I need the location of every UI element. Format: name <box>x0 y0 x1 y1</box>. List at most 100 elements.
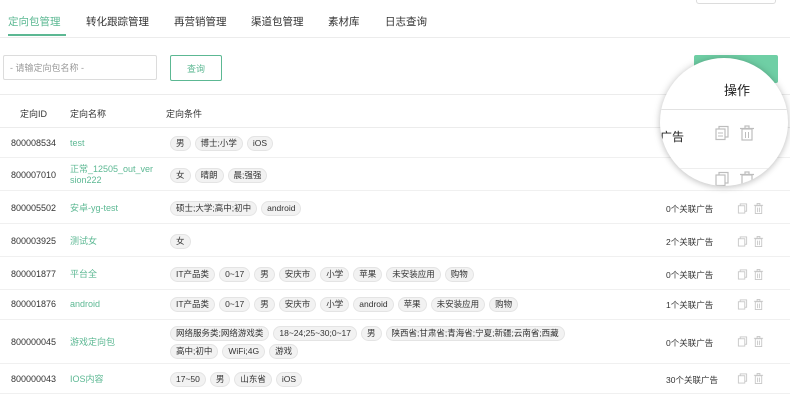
targeting-id: 800008534 <box>11 138 57 148</box>
targeting-id: 800000045 <box>11 337 57 347</box>
condition-tag: 网络服务类;网络游戏类 <box>170 326 270 341</box>
column-header-actions: 操作 <box>724 83 751 98</box>
table-row: 800000045 游戏定向包 网络服务类;网络游戏类 18~24;25~30;… <box>0 320 790 364</box>
magnified-linked-ads-count: 广告 <box>660 130 685 144</box>
copy-icon[interactable] <box>714 171 730 186</box>
condition-tag: 购物 <box>444 267 474 282</box>
linked-ads-count: 30个关联广告 <box>666 375 718 385</box>
condition-tag: IT产品类 <box>170 297 216 312</box>
trash-icon[interactable] <box>739 125 755 141</box>
targeting-conditions: IT产品类 0~17 男 安庆市 小学 苹果 未安装应用 购物 <box>170 267 640 282</box>
condition-tag: 男 <box>170 136 191 151</box>
condition-tag: iOS <box>275 372 303 387</box>
targeting-name-link[interactable]: 测试女 <box>70 236 156 247</box>
magnified-linked-ads-count: 1个 <box>666 174 682 185</box>
condition-tag: 晨;强强 <box>227 168 268 183</box>
condition-tag: 高中;初中 <box>170 344 219 359</box>
linked-ads-count: 2个关联广告 <box>666 237 714 247</box>
table-row: 800003925 测试女 女 2个关联广告 <box>0 224 790 257</box>
table-row: 800001877 平台全 IT产品类 0~17 男 安庆市 小学 苹果 未安装… <box>0 257 790 290</box>
tab-log-query[interactable]: 日志查询 <box>385 14 427 29</box>
targeting-name-link[interactable]: android <box>70 299 156 310</box>
targeting-name-link[interactable]: test <box>70 138 156 149</box>
table-row: 800001876 android IT产品类 0~17 男 安庆市 小学 an… <box>0 290 790 320</box>
targeting-name-link[interactable]: 游戏定向包 <box>70 337 156 348</box>
trash-icon[interactable] <box>753 236 764 247</box>
targeting-name-link[interactable]: 安卓-yg-test <box>70 203 156 214</box>
condition-tag: 小学 <box>320 267 350 282</box>
condition-tag: 陕西省;甘肃省;青海省;宁夏;新疆;云南省;西藏 <box>385 326 565 341</box>
trash-icon[interactable] <box>753 299 764 310</box>
top-right-button[interactable] <box>696 0 776 4</box>
linked-ads-count: 0个关联广告 <box>666 338 714 348</box>
targeting-conditions: 男 博士;小学 iOS <box>170 136 640 151</box>
tab-channel-packages[interactable]: 渠道包管理 <box>251 14 304 29</box>
targeting-conditions: 网络服务类;网络游戏类 18~24;25~30;0~17 男 陕西省;甘肃省;青… <box>170 326 610 359</box>
condition-tag: 苹果 <box>397 297 427 312</box>
copy-icon[interactable] <box>714 125 730 141</box>
query-button[interactable]: 查询 <box>170 55 222 81</box>
condition-tag: 0~17 <box>219 297 251 312</box>
targeting-conditions: 女 晴朗 晨;强强 <box>170 168 640 183</box>
condition-tag: 苹果 <box>353 267 383 282</box>
tab-material-library[interactable]: 素材库 <box>328 14 360 29</box>
trash-icon[interactable] <box>753 373 764 384</box>
search-input[interactable] <box>3 55 157 80</box>
trash-icon[interactable] <box>753 269 764 280</box>
tab-targeting-packages[interactable]: 定向包管理 <box>8 14 61 29</box>
condition-tag: 0~17 <box>219 267 251 282</box>
condition-tag: 山东省 <box>234 372 272 387</box>
trash-icon[interactable] <box>739 171 755 186</box>
condition-tag: 购物 <box>489 297 519 312</box>
column-header-name: 定向名称 <box>70 109 107 119</box>
condition-tag: 硕士;大学;高中;初中 <box>170 201 258 216</box>
targeting-conditions: 17~50 男 山东省 iOS <box>170 372 640 387</box>
active-tab-indicator <box>8 34 66 36</box>
condition-tag: 18~24;25~30;0~17 <box>273 326 357 341</box>
magnifier-callout: / 操作 广告 1个 <box>660 58 788 186</box>
copy-icon[interactable] <box>737 299 748 310</box>
copy-icon[interactable] <box>737 269 748 280</box>
targeting-conditions: IT产品类 0~17 男 安庆市 小学 android 苹果 未安装应用 购物 <box>170 297 640 312</box>
condition-tag: 男 <box>361 326 382 341</box>
targeting-conditions: 硕士;大学;高中;初中 android <box>170 201 640 216</box>
trash-icon[interactable] <box>753 203 764 214</box>
condition-tag: 晴朗 <box>194 168 224 183</box>
tab-remarketing[interactable]: 再营销管理 <box>174 14 227 29</box>
targeting-id: 800003925 <box>11 236 57 246</box>
column-header-conditions: 定向条件 <box>166 109 203 119</box>
tab-bar: 定向包管理 转化跟踪管理 再营销管理 渠道包管理 素材库 日志查询 <box>0 0 790 38</box>
linked-ads-count: 1个关联广告 <box>666 300 714 310</box>
linked-ads-count: 0个关联广告 <box>666 270 714 280</box>
targeting-id: 800007010 <box>11 170 57 180</box>
copy-icon[interactable] <box>737 203 748 214</box>
condition-tag: 男 <box>254 267 275 282</box>
condition-tag: 未安装应用 <box>386 267 441 282</box>
condition-tag: 男 <box>254 297 275 312</box>
condition-tag: iOS <box>246 136 274 151</box>
condition-tag: 安庆市 <box>278 297 317 312</box>
table-row: 800005502 安卓-yg-test 硕士;大学;高中;初中 android… <box>0 191 790 224</box>
targeting-name-link[interactable]: 正常_12505_out_version222 <box>70 164 156 186</box>
condition-tag: 男 <box>209 372 231 387</box>
copy-icon[interactable] <box>737 373 748 384</box>
column-header-id: 定向ID <box>20 109 48 119</box>
magnified-header-fragment: / <box>664 80 668 94</box>
condition-tag: android <box>261 201 302 216</box>
targeting-id: 800005502 <box>11 203 57 213</box>
condition-tag: WiFi;4G <box>222 344 266 359</box>
targeting-name-link[interactable]: IOS内容 <box>70 374 156 385</box>
targeting-name-link[interactable]: 平台全 <box>70 269 156 280</box>
targeting-id: 800001876 <box>11 299 57 309</box>
tab-conversion-tracking[interactable]: 转化跟踪管理 <box>86 14 149 29</box>
condition-tag: 未安装应用 <box>430 297 486 312</box>
copy-icon[interactable] <box>737 336 748 347</box>
condition-tag: 游戏 <box>269 344 299 359</box>
copy-icon[interactable] <box>737 236 748 247</box>
condition-tag: 安庆市 <box>278 267 317 282</box>
condition-tag: 女 <box>170 234 191 249</box>
trash-icon[interactable] <box>753 336 764 347</box>
condition-tag: 女 <box>170 168 191 183</box>
condition-tag: 博士;小学 <box>194 136 243 151</box>
condition-tag: IT产品类 <box>170 267 216 282</box>
